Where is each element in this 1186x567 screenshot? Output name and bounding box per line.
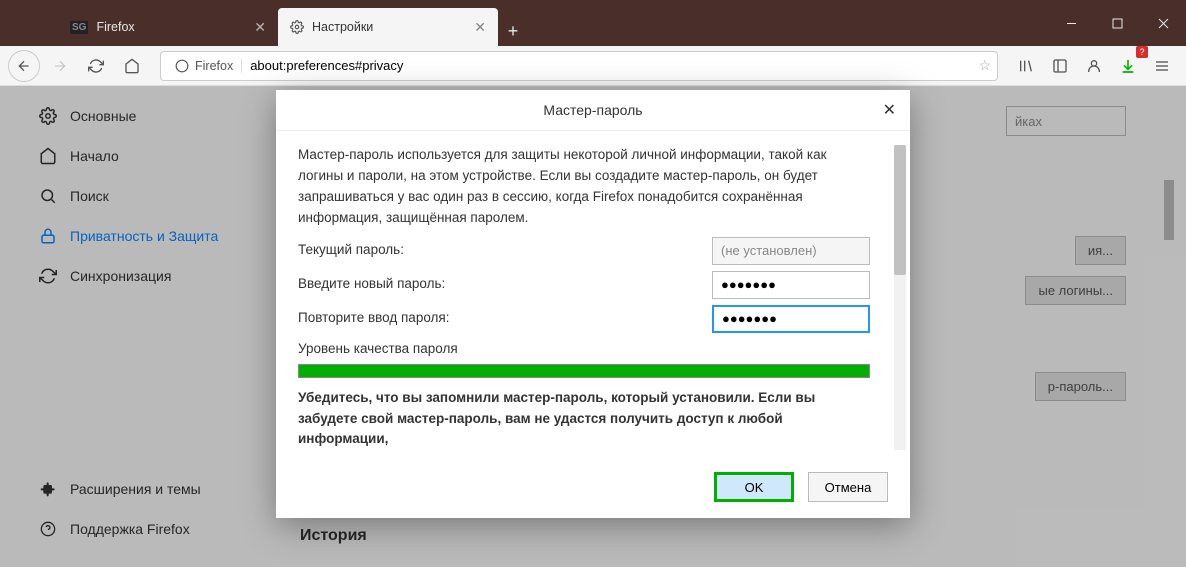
bookmark-star-icon[interactable]: ☆ [978,57,991,74]
tab-title: Настройки [312,20,373,34]
maximize-button[interactable] [1094,0,1140,46]
new-tab-button[interactable]: + [498,16,528,46]
current-password-label: Текущий пароль: [298,240,404,261]
tab-settings[interactable]: Настройки ✕ [278,8,498,46]
repeat-password-input[interactable] [712,305,870,333]
sidebar-toggle-button[interactable] [1044,50,1076,82]
titlebar: SG Firefox ✕ Настройки ✕ + [0,0,1186,46]
reload-button[interactable] [80,50,112,82]
url-input[interactable] [242,58,978,73]
identity-label: Firefox [195,59,233,73]
menu-button[interactable] [1146,50,1178,82]
library-button[interactable] [1010,50,1042,82]
cancel-button[interactable]: Отмена [808,472,888,502]
tab-favicon-sg: SG [70,21,88,34]
current-password-input [712,237,870,265]
dialog-description: Мастер-пароль используется для защиты не… [298,145,888,229]
repeat-password-label: Повторите ввод пароля: [298,308,449,329]
master-password-dialog: Мастер-пароль ✕ Мастер-пароль использует… [276,90,910,518]
home-button[interactable] [116,50,148,82]
dialog-title: Мастер-пароль [543,102,642,118]
ok-button[interactable]: OK [714,472,794,502]
minimize-button[interactable] [1048,0,1094,46]
current-password-row: Текущий пароль: [298,237,888,265]
repeat-password-row: Повторите ввод пароля: [298,305,888,333]
new-password-row: Введите новый пароль: [298,271,888,299]
close-icon[interactable]: ✕ [883,100,896,120]
new-password-label: Введите новый пароль: [298,274,445,295]
new-password-input[interactable] [712,271,870,299]
quality-label: Уровень качества пароля [298,339,888,360]
urlbar-identity[interactable]: Firefox [167,59,242,73]
dialog-scrollbar-thumb[interactable] [894,145,906,275]
gear-icon [290,20,304,34]
urlbar[interactable]: Firefox ☆ [160,51,998,81]
tab-firefox[interactable]: SG Firefox ✕ [58,8,278,46]
forward-button[interactable] [44,50,76,82]
close-icon[interactable]: ✕ [474,19,486,36]
close-icon[interactable]: ✕ [254,19,266,36]
toolbar: Firefox ☆ [0,46,1186,86]
dialog-header: Мастер-пароль ✕ [276,90,910,131]
dialog-body: Мастер-пароль используется для защиты не… [276,131,910,460]
password-quality-meter [298,364,870,378]
content-area: йках ия... ые логины... р-пароль... Исто… [0,86,1186,567]
tab-title: Firefox [96,20,134,34]
firefox-icon [175,59,189,73]
close-window-button[interactable] [1140,0,1186,46]
back-button[interactable] [8,50,40,82]
downloads-button[interactable] [1112,50,1144,82]
window-controls [1048,0,1186,46]
dialog-warning: Убедитесь, что вы запомнили мастер-парол… [298,388,888,451]
dialog-footer: OK Отмена [276,460,910,518]
account-button[interactable] [1078,50,1110,82]
